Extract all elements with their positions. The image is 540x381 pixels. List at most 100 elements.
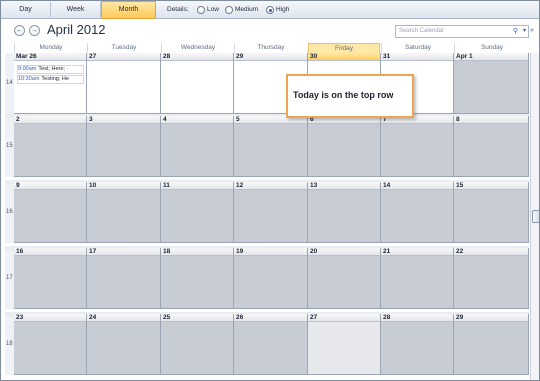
day-cell[interactable]: 9 [14, 182, 87, 243]
weekday-header: Wednesday [161, 43, 234, 53]
day-cell[interactable]: Apr 1 [454, 53, 529, 114]
double-chevron-icon[interactable]: » [530, 26, 534, 35]
day-cell-header: 28 [161, 53, 233, 61]
day-cell-header: 3 [87, 116, 160, 124]
day-cell[interactable]: 11 [161, 182, 234, 243]
day-cell-header: 27 [308, 314, 380, 322]
day-cell[interactable]: 28 [381, 314, 454, 375]
day-cell[interactable]: 6 [308, 116, 381, 177]
day-cell[interactable]: 10 [87, 182, 161, 243]
day-cell[interactable]: 17 [87, 248, 161, 309]
chevron-down-icon[interactable]: ▾ [523, 27, 526, 36]
day-cell[interactable]: 2 [14, 116, 87, 177]
vertical-scrollbar[interactable] [530, 53, 539, 380]
scrollbar-thumb[interactable] [532, 210, 539, 223]
day-cell-header: 23 [14, 314, 86, 322]
day-number: 28 [163, 53, 171, 60]
details-medium-radio[interactable] [225, 6, 233, 14]
day-number: 26 [236, 314, 244, 321]
day-number: Mar 26 [16, 53, 37, 60]
day-number: 28 [383, 314, 391, 321]
day-cell[interactable]: 13 [308, 182, 381, 243]
day-cell[interactable]: 15 [454, 182, 529, 243]
day-number: 31 [383, 53, 391, 60]
appointment-item[interactable]: 9:00am Test; Here; · [17, 65, 84, 74]
day-cell-header: 12 [234, 182, 307, 190]
day-cell-header: 10 [87, 182, 160, 190]
day-cell[interactable]: 8 [454, 116, 529, 177]
search-input[interactable]: Search Calendar ⚲ ▾ [395, 25, 529, 38]
day-cell[interactable]: 16 [14, 248, 87, 309]
day-number: 27 [310, 314, 318, 321]
day-cell-header: 19 [234, 248, 307, 256]
appointment-subject: Testing; He [41, 76, 69, 82]
day-cell[interactable]: 12 [234, 182, 308, 243]
day-number: 5 [236, 116, 240, 123]
appointment-time: 10:30am [18, 76, 40, 82]
tab-week[interactable]: Week [51, 2, 101, 17]
arrow-right-icon[interactable]: → [29, 25, 40, 36]
day-number: 24 [89, 314, 97, 321]
day-cell-header: Apr 1 [454, 53, 528, 61]
day-cell[interactable]: 19 [234, 248, 308, 309]
day-cell[interactable]: 22 [454, 248, 529, 309]
appointment-subject: Test; Here; · [38, 66, 69, 72]
day-number: 13 [310, 182, 318, 189]
day-cell[interactable]: 3 [87, 116, 161, 177]
day-number: 10 [89, 182, 97, 189]
day-cell[interactable]: 25 [161, 314, 234, 375]
day-cell[interactable]: 24 [87, 314, 161, 375]
day-cell-header: 31 [381, 53, 453, 61]
day-number: 9 [16, 182, 20, 189]
day-cell[interactable]: 5 [234, 116, 308, 177]
tab-month[interactable]: Month [101, 1, 156, 19]
week-number-label: 14 [6, 79, 13, 86]
day-cell-header: 25 [161, 314, 233, 322]
day-cell-header: 26 [234, 314, 307, 322]
day-cell-header: 24 [87, 314, 160, 322]
day-cell-header: 20 [308, 248, 380, 256]
day-cell[interactable]: 21 [381, 248, 454, 309]
day-number: 21 [383, 248, 391, 255]
day-cell-header: 15 [454, 182, 528, 190]
day-number: 18 [163, 248, 171, 255]
day-cell-header: 21 [381, 248, 453, 256]
appointment-item[interactable]: 10:30am Testing; He [17, 75, 84, 84]
day-number: 16 [16, 248, 24, 255]
arrow-left-icon[interactable]: ← [14, 25, 25, 36]
week-number-label: 18 [6, 340, 13, 347]
day-number: 14 [383, 182, 391, 189]
week-number-label: 15 [6, 142, 13, 149]
day-cell[interactable]: 28 [161, 53, 234, 114]
day-cell[interactable]: 18 [161, 248, 234, 309]
day-number: 11 [163, 182, 170, 189]
weekday-header: Saturday [381, 43, 454, 53]
day-cell[interactable]: 20 [308, 248, 381, 309]
search-icon[interactable]: ⚲ [513, 27, 518, 36]
day-cell[interactable]: 4 [161, 116, 234, 177]
day-cell-header: 22 [454, 248, 528, 256]
weekday-header: Thursday [234, 43, 307, 53]
day-cell-header: 4 [161, 116, 233, 124]
details-low-radio[interactable] [197, 6, 205, 14]
day-cell-header: 30 [308, 53, 380, 61]
day-cell[interactable]: 26 [234, 314, 308, 375]
day-cell[interactable]: 29 [454, 314, 529, 375]
day-cell-header: 11 [161, 182, 233, 190]
day-cell-header: 18 [161, 248, 233, 256]
day-cell[interactable]: 14 [381, 182, 454, 243]
tab-day[interactable]: Day [1, 2, 51, 17]
day-number: 27 [89, 53, 97, 60]
week-number-label: 17 [6, 274, 13, 281]
callout-box: Today is on the top row [286, 74, 414, 118]
day-cell[interactable]: Mar 26 9:00am Test; Here; · 10:30am Testing;… [14, 53, 87, 114]
day-number: 2 [16, 116, 20, 123]
month-grid: 14 Mar 26 9:00am Test; Here; · 10:30am Testin… [5, 53, 529, 380]
details-high-radio[interactable] [266, 6, 274, 14]
day-number: 22 [456, 248, 464, 255]
day-cell[interactable]: 27 [308, 314, 381, 375]
day-cell[interactable]: 27 [87, 53, 161, 114]
day-cell[interactable]: 23 [14, 314, 87, 375]
day-cell[interactable]: 7 [381, 116, 454, 177]
day-cell-header: 27 [87, 53, 160, 61]
